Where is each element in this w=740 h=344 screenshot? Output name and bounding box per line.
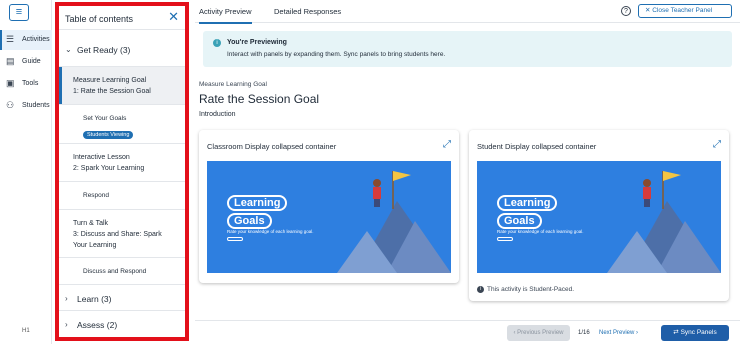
left-rail: ≡ ☰ Activities ▤ Guide ▣ Tools ⚇ Student… [0,0,52,344]
toc-lesson[interactable]: Interactive Lesson 2: Spark Your Learnin… [59,144,185,182]
slide-subtitle: Rate your knowledge of each learning goa… [497,229,584,234]
toolbox-icon: ▣ [6,78,15,88]
toc-lesson[interactable]: Turn & Talk 3: Discuss and Share: Spark … [59,210,185,258]
card-title: Student Display collapsed container [477,142,597,151]
lesson-title: 2: Spark Your Learning [73,165,145,172]
rail-item-tools[interactable]: ▣ Tools [0,74,52,94]
classroom-display-card[interactable]: Classroom Display collapsed container ⤢ … [199,130,459,283]
mountain-illustration [337,171,451,273]
slide-heading-line1: Learning [497,195,558,211]
toc-section-assess[interactable]: › Assess (2) [59,311,185,337]
next-preview-label: Next Preview [599,330,635,336]
previous-preview-label: Previous Preview [517,330,564,336]
rail-item-label: Tools [22,80,39,87]
rail-item-label: Activities [22,36,50,43]
book-icon: ▤ [6,56,15,66]
slide-button [227,237,243,241]
chevron-right-icon: › [634,330,639,336]
toc-section-learn[interactable]: › Learn (3) [59,285,185,311]
slide-heading: Learning Goals [497,195,558,231]
chevron-down-icon: ⌄ [65,45,72,54]
next-preview-button[interactable]: Next Preview › [599,330,638,336]
slide-subtitle: Rate your knowledge of each learning goa… [227,229,314,234]
close-icon[interactable]: ✕ [168,10,179,24]
toc-title: Table of contents [65,14,134,24]
mountain-illustration [607,171,721,273]
rail-item-activities[interactable]: ☰ Activities [0,30,52,50]
tab-activity-preview[interactable]: Activity Preview [199,7,252,24]
rail-item-label: Students [22,102,50,109]
tab-detailed-responses[interactable]: Detailed Responses [274,7,341,16]
toc-section-label: Learn (3) [77,294,112,304]
sync-icon: ⇄ [673,329,681,336]
help-icon[interactable]: ? [621,6,631,16]
lesson-type: Turn & Talk [73,220,109,227]
toc-subitem[interactable]: Discuss and Respond [59,258,185,285]
lesson-type: Measure Learning Goal [73,77,147,84]
subitem-label: Discuss and Respond [83,268,147,275]
broken-image-alt: H1 [22,328,30,334]
notice-body: Interact with panels by expanding them. … [227,51,446,58]
people-icon: ⚇ [6,100,15,110]
toc-subitem[interactable]: Set Your Goals Students Viewing [59,105,185,144]
toc-section-label: Get Ready (3) [77,45,131,55]
close-teacher-panel-label: Close Teacher Panel [652,7,713,14]
slide-heading: Learning Goals [227,195,288,231]
lesson-title: 3: Discuss and Share: Spark Your Learnin… [73,231,162,249]
table-of-contents-panel: Table of contents ✕ ⌄ Get Ready (3) Meas… [55,2,189,341]
info-icon: i [477,286,484,293]
chevron-right-icon: › [65,294,68,303]
toc-lesson[interactable]: Measure Learning Goal 1: Rate the Sessio… [59,67,185,105]
preview-notice: i You're Previewing Interact with panels… [203,31,732,67]
toc-header: Table of contents ✕ [59,6,185,30]
slide-button [497,237,513,241]
info-icon: i [213,39,221,47]
chevron-right-icon: › [65,320,68,329]
subitem-label: Respond [83,192,110,199]
rail-item-guide[interactable]: ▤ Guide [0,52,52,72]
rail-item-students[interactable]: ⚇ Students [0,96,52,116]
section-intro: Introduction [199,111,236,118]
hamburger-icon[interactable]: ≡ [9,4,29,21]
expand-icon[interactable]: ⤢ [443,139,451,150]
close-teacher-panel-button[interactable]: ✕ Close Teacher Panel [638,4,732,18]
page-indicator: 1/16 [578,330,590,336]
main-content: Activity Preview Detailed Responses ? ✕ … [195,0,740,344]
sync-panels-label: Sync Panels [680,329,717,336]
toc-section-label: Assess (2) [77,320,118,330]
slide-heading-line2: Goals [227,213,272,229]
toc-subitem[interactable]: Respond [59,182,185,210]
lesson-type: Interactive Lesson [73,154,130,161]
breadcrumb: Measure Learning Goal [199,81,267,88]
pacing-note: i This activity is Student-Paced. [477,286,574,293]
page-title: Rate the Session Goal [199,92,320,106]
pacing-note-text: This activity is Student-Paced. [487,286,575,294]
slide-thumbnail: Learning Goals Rate your knowledge of ea… [477,161,721,273]
expand-icon[interactable]: ⤢ [713,139,721,150]
subitem-label: Set Your Goals [83,115,127,122]
sync-panels-button[interactable]: ⇄ Sync Panels [661,325,729,341]
list-icon: ☰ [6,34,15,44]
previous-preview-button[interactable]: ‹ Previous Preview [507,325,570,341]
slide-thumbnail: Learning Goals Rate your knowledge of ea… [207,161,451,273]
tab-bar: Activity Preview Detailed Responses ? ✕ … [195,0,740,24]
bottom-nav: ‹ Previous Preview 1/16 Next Preview › ⇄… [195,320,740,344]
rail-item-label: Guide [22,58,41,65]
lesson-title: 1: Rate the Session Goal [73,88,151,95]
toc-section-get-ready[interactable]: ⌄ Get Ready (3) [59,31,185,67]
slide-heading-line1: Learning [227,195,288,211]
card-title: Classroom Display collapsed container [207,142,337,151]
status-badge: Students Viewing [83,131,134,139]
notice-title: You're Previewing [227,39,287,46]
slide-heading-line2: Goals [497,213,542,229]
student-display-card[interactable]: Student Display collapsed container ⤢ Le… [469,130,729,301]
